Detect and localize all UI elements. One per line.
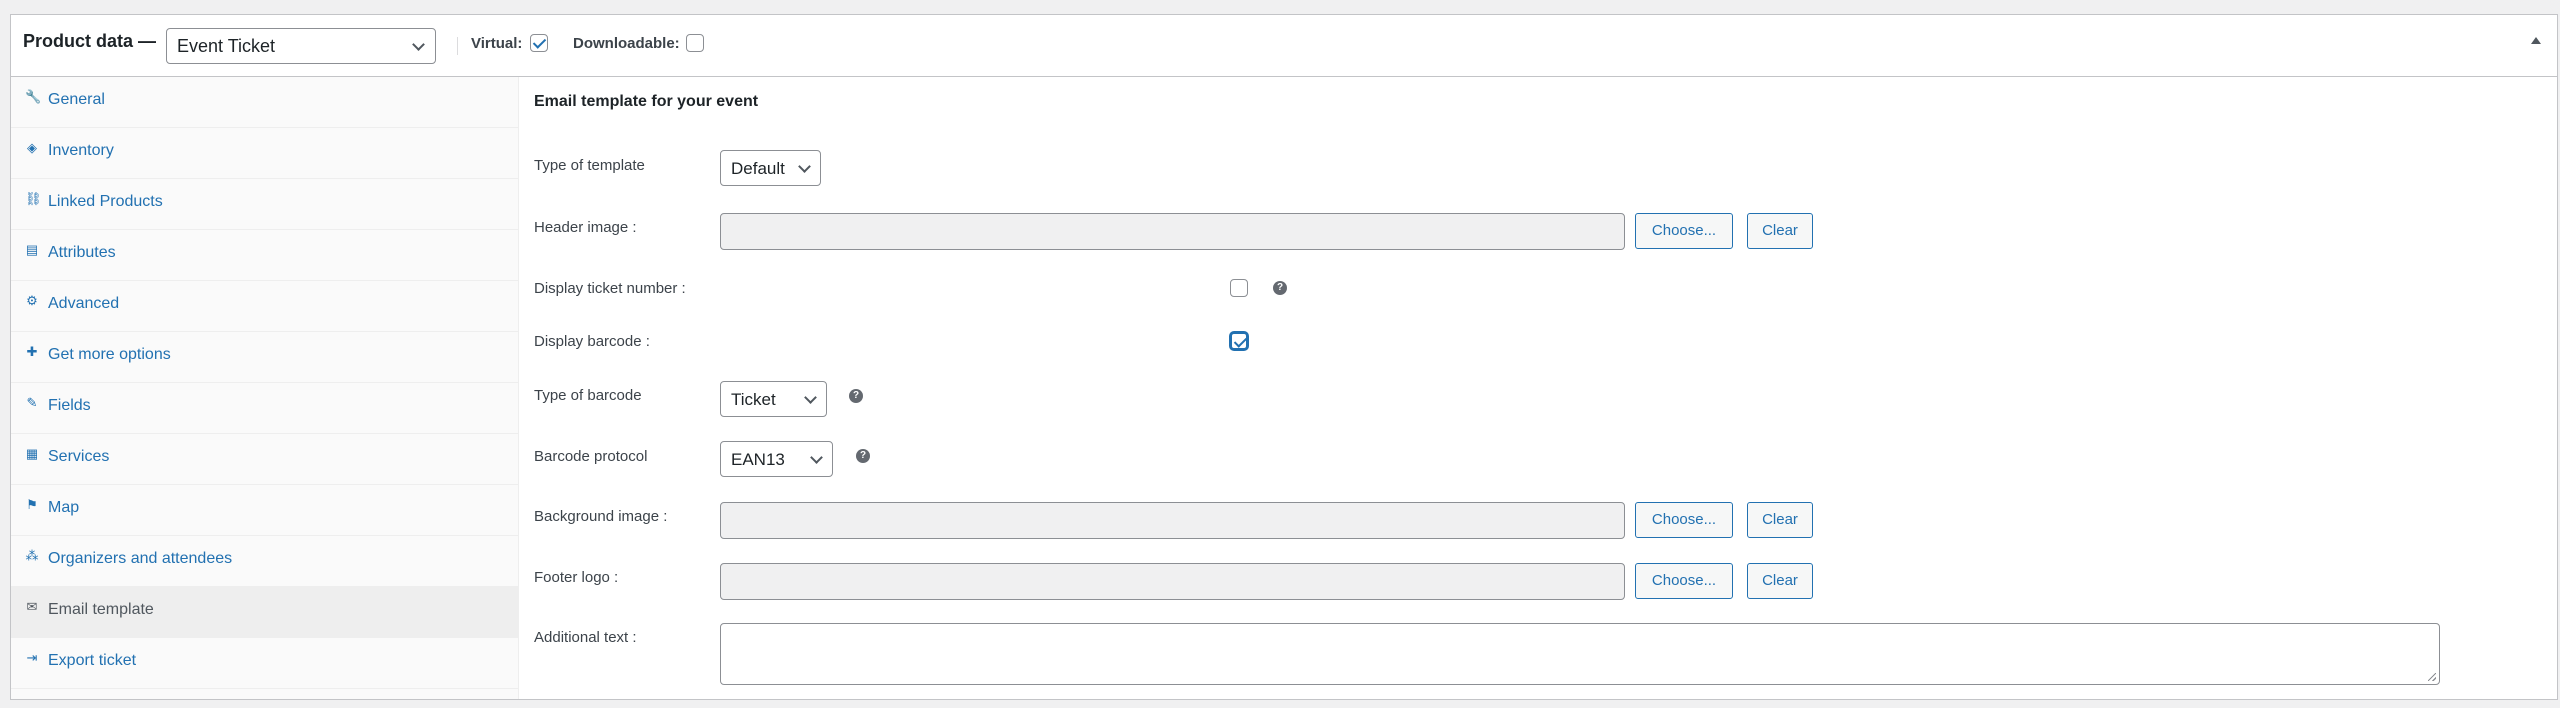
- display-ticket-number-label: Display ticket number :: [534, 280, 686, 297]
- tab-label: Email template: [48, 601, 154, 618]
- display-barcode-label: Display barcode :: [534, 333, 650, 350]
- tab-label: Get more options: [48, 346, 171, 363]
- panel-title: Product data —: [23, 31, 157, 51]
- email-template-panel: Email template for your event Type of te…: [520, 77, 2558, 699]
- chevron-down-icon: [798, 160, 811, 173]
- product-data-panel: Product data — Event Ticket Virtual: Dow…: [10, 14, 2558, 700]
- display-barcode-checkbox[interactable]: [1230, 332, 1248, 350]
- gear-icon: ⚙: [26, 293, 38, 308]
- type-of-barcode-value: Ticket: [731, 390, 776, 409]
- tab-label: Linked Products: [48, 193, 163, 210]
- footer-logo-choose-button[interactable]: Choose...: [1635, 563, 1733, 599]
- background-image-clear-button[interactable]: Clear: [1747, 502, 1813, 538]
- header-image-choose-button[interactable]: Choose...: [1635, 213, 1733, 249]
- virtual-checkbox[interactable]: [530, 34, 548, 52]
- tab-inventory[interactable]: ◈ Inventory: [11, 128, 518, 179]
- type-of-template-label: Type of template: [534, 157, 645, 174]
- barcode-protocol-value: EAN13: [731, 450, 785, 469]
- background-image-input[interactable]: [720, 502, 1625, 539]
- footer-logo-clear-button[interactable]: Clear: [1747, 563, 1813, 599]
- footer-logo-label: Footer logo :: [534, 569, 619, 586]
- tab-general[interactable]: 🔧 General: [11, 77, 518, 128]
- tab-linked-products[interactable]: ⛓ Linked Products: [11, 179, 518, 230]
- tab-attributes[interactable]: ▤ Attributes: [11, 230, 518, 281]
- barcode-protocol-label: Barcode protocol: [534, 448, 648, 465]
- tab-label: Organizers and attendees: [48, 550, 233, 567]
- header-image-input[interactable]: [720, 213, 1625, 250]
- chevron-down-icon: [412, 38, 425, 51]
- tab-email-template[interactable]: ✉ Email template: [11, 587, 518, 638]
- panel-header: Product data — Event Ticket Virtual: Dow…: [11, 15, 2557, 77]
- tab-map[interactable]: ⚑ Map: [11, 485, 518, 536]
- tab-label: Fields: [48, 397, 91, 414]
- map-icon: ⚑: [26, 497, 38, 512]
- background-image-label: Background image :: [534, 508, 668, 525]
- downloadable-label: Downloadable:: [573, 35, 680, 52]
- grid-icon: ▦: [25, 446, 39, 461]
- additional-text-textarea[interactable]: [720, 623, 2440, 685]
- tab-label: Map: [48, 499, 80, 516]
- product-type-value: Event Ticket: [177, 36, 276, 56]
- product-data-tabs: 🔧 General ◈ Inventory ⛓ Linked Products …: [11, 77, 519, 699]
- list-icon: ▤: [25, 242, 39, 257]
- display-ticket-number-checkbox[interactable]: [1230, 279, 1248, 297]
- header-image-clear-button[interactable]: Clear: [1747, 213, 1813, 249]
- tab-label: Export ticket: [48, 652, 137, 669]
- tab-export-ticket[interactable]: ⇥ Export ticket: [11, 638, 518, 689]
- help-icon[interactable]: ?: [1273, 281, 1287, 295]
- tab-services[interactable]: ▦ Services: [11, 434, 518, 485]
- product-type-select[interactable]: Event Ticket: [166, 28, 436, 64]
- tab-advanced[interactable]: ⚙ Advanced: [11, 281, 518, 332]
- help-icon[interactable]: ?: [849, 389, 863, 403]
- tab-organizers-and-attendees[interactable]: ⁂ Organizers and attendees: [11, 536, 518, 587]
- pencil-icon: ✎: [26, 395, 38, 410]
- tab-get-more-options[interactable]: ✚ Get more options: [11, 332, 518, 383]
- barcode-protocol-select[interactable]: EAN13: [720, 441, 833, 477]
- type-of-barcode-label: Type of barcode: [534, 387, 642, 404]
- export-icon: ⇥: [26, 650, 38, 665]
- tab-label: Attributes: [48, 244, 116, 261]
- downloadable-checkbox[interactable]: [686, 34, 704, 52]
- type-of-barcode-select[interactable]: Ticket: [720, 381, 827, 417]
- groups-icon: ⁂: [25, 548, 39, 563]
- collapse-toggle-icon[interactable]: [2531, 37, 2541, 44]
- tab-label: General: [48, 91, 105, 108]
- tab-label: Advanced: [48, 295, 120, 312]
- header-divider: [457, 37, 458, 55]
- additional-text-label: Additional text :: [534, 629, 637, 646]
- chevron-down-icon: [810, 451, 823, 464]
- plugin-icon: ✚: [26, 344, 38, 359]
- tag-icon: ◈: [27, 140, 37, 155]
- wrench-icon: 🔧: [25, 89, 42, 104]
- type-of-template-select[interactable]: Default: [720, 150, 821, 186]
- footer-logo-input[interactable]: [720, 563, 1625, 600]
- help-icon[interactable]: ?: [856, 449, 870, 463]
- tab-label: Services: [48, 448, 110, 465]
- envelope-icon: ✉: [26, 599, 38, 614]
- header-image-label: Header image :: [534, 219, 637, 236]
- virtual-label: Virtual:: [471, 35, 523, 52]
- tab-label: Inventory: [48, 142, 114, 159]
- type-of-template-value: Default: [731, 159, 785, 178]
- tab-fields[interactable]: ✎ Fields: [11, 383, 518, 434]
- chevron-down-icon: [804, 391, 817, 404]
- link-icon: ⛓: [25, 191, 42, 206]
- section-title: Email template for your event: [534, 93, 759, 110]
- background-image-choose-button[interactable]: Choose...: [1635, 502, 1733, 538]
- resize-handle-icon[interactable]: [2428, 673, 2436, 681]
